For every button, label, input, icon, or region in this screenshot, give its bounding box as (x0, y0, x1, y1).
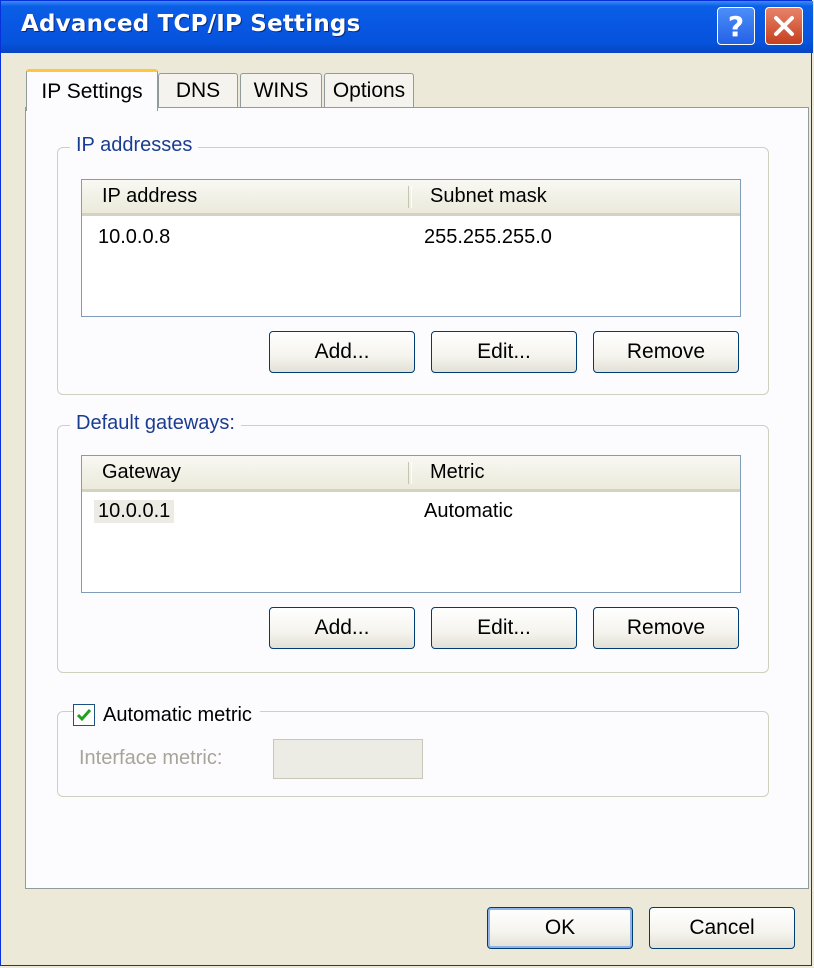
tab-ip-settings[interactable]: IP Settings (26, 69, 158, 111)
ip-address-cell[interactable]: 10.0.0.8 (98, 226, 170, 249)
dialog-window: Advanced TCP/IP Settings ? IP Settings D… (0, 0, 813, 966)
title-bar[interactable]: Advanced TCP/IP Settings ? (1, 1, 813, 53)
automatic-metric-row[interactable]: Automatic metric (73, 701, 260, 729)
column-metric[interactable]: Metric (410, 456, 736, 489)
close-button[interactable] (765, 7, 803, 45)
interface-metric-label: Interface metric: (79, 747, 223, 769)
automatic-metric-label[interactable]: Automatic metric (103, 704, 252, 727)
tab-dns[interactable]: DNS (158, 73, 238, 107)
interface-metric-input (273, 739, 423, 779)
column-subnet-mask[interactable]: Subnet mask (410, 180, 736, 213)
close-icon (774, 16, 794, 36)
gateway-cell[interactable]: 10.0.0.1 (94, 500, 175, 523)
window-title: Advanced TCP/IP Settings (21, 11, 361, 37)
help-button[interactable]: ? (717, 7, 755, 45)
gateway-add-button[interactable]: Add... (269, 607, 415, 649)
gateway-list[interactable]: Gateway Metric 10.0.0.1 Automatic (81, 455, 741, 593)
gateway-list-header: Gateway Metric (82, 456, 740, 492)
ok-button[interactable]: OK (487, 907, 633, 949)
checkmark-icon (76, 709, 92, 722)
tab-wins[interactable]: WINS (240, 73, 322, 107)
gateway-remove-button[interactable]: Remove (593, 607, 739, 649)
metric-cell[interactable]: Automatic (424, 500, 513, 523)
cancel-button[interactable]: Cancel (649, 907, 795, 949)
gateways-group-title: Default gateways: (70, 412, 241, 435)
subnet-mask-cell[interactable]: 255.255.255.0 (424, 226, 552, 249)
tab-options[interactable]: Options (324, 73, 414, 107)
gateway-edit-button[interactable]: Edit... (431, 607, 577, 649)
column-ip-address[interactable]: IP address (82, 180, 410, 213)
column-gateway[interactable]: Gateway (82, 456, 410, 489)
ip-edit-button[interactable]: Edit... (431, 331, 577, 373)
ip-list-header: IP address Subnet mask (82, 180, 740, 216)
ip-add-button[interactable]: Add... (269, 331, 415, 373)
automatic-metric-checkbox[interactable] (73, 704, 95, 726)
ip-addresses-group-title: IP addresses (70, 134, 199, 157)
ip-remove-button[interactable]: Remove (593, 331, 739, 373)
ip-address-list[interactable]: IP address Subnet mask 10.0.0.8 255.255.… (81, 179, 741, 317)
